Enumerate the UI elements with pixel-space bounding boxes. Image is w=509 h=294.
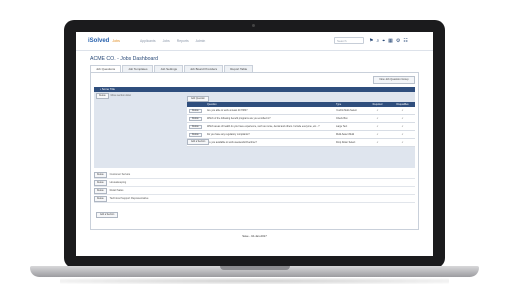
list-item: Delete Technical Support Representative [94,195,415,203]
section-label[interactable]: Housekeeping [110,181,127,184]
table-row: Delete Which areas of health do you have… [187,123,415,131]
question-text[interactable]: Do you have any regulatory complaints? [205,133,335,136]
search-icon[interactable]: ⌕ [376,38,379,44]
gear-icon[interactable]: ⚙ [396,38,400,44]
section-label[interactable]: Retail Sales [110,189,124,192]
delete-question-button[interactable]: Delete [189,124,202,129]
question-type: Large Text [336,125,348,128]
table-row: Delete Are you available to work weekend… [187,139,415,147]
disqualifies-check[interactable]: ✓ [390,117,415,120]
pin-icon[interactable]: ⌖ [382,38,385,44]
column-required: Required [372,103,383,106]
laptop-notch [220,266,290,270]
calendar-icon[interactable]: ▦ [388,38,393,44]
laptop-lid: iSolved Jobs Applicants Jobs Reports Adm… [64,20,445,268]
nav-reports[interactable]: Reports [177,39,189,43]
column-question: Question [207,103,217,106]
questions-table-header: Question Type Required Disqualifies [187,102,415,107]
app-logo[interactable]: iSolved [88,38,109,44]
delete-section-button[interactable]: Delete [96,93,109,99]
delete-question-button[interactable]: Delete [189,108,202,113]
save-status: Save - 10-Jan-2017 [242,234,267,238]
question-type: Multi-Select Multi [336,133,355,136]
section-label[interactable]: Technical Support Representative [110,197,149,200]
app-logo-subtitle: Jobs [112,39,120,43]
delete-section-button[interactable]: Delete [94,187,107,194]
add-subsection-button[interactable]: Add a Section [187,139,210,145]
list-item: Delete Retail Sales [94,187,415,195]
question-text[interactable]: Which of the following benefit programs … [205,117,335,120]
laptop-base [30,266,479,277]
question-type: Drop Down Select [336,141,356,144]
laptop-shadow [60,278,449,284]
main-nav: Applicants Jobs Reports Admin [140,39,205,43]
delete-section-button[interactable]: Delete [94,171,107,178]
table-row: Delete Do you have any regulatory compla… [187,131,415,139]
question-type: Yes/No Multi-Select [336,109,357,112]
questions-table: Question Type Required Disqualifies Dele… [187,102,415,147]
list-item: Delete Housekeeping [94,179,415,187]
question-type: Check Box [336,117,348,120]
nav-applicants[interactable]: Applicants [140,39,156,43]
required-check[interactable]: ✓ [365,141,390,144]
webcam [252,24,255,27]
toolbar-icons: ⚑ ⌕ ⌖ ▦ ⚙ ☷ [369,38,408,44]
page-title: ACME CO. - Jobs Dashboard [90,56,159,62]
delete-question-button[interactable]: Delete [189,132,202,137]
flag-icon[interactable]: ⚑ [369,38,373,44]
disqualifies-check[interactable]: ✓ [390,133,415,136]
nav-jobs[interactable]: Jobs [163,39,170,43]
top-navigation-bar: iSolved Jobs Applicants Jobs Reports Adm… [76,32,433,51]
column-type: Type [336,103,342,106]
list-item: Delete Customer Service [94,171,415,179]
new-group-button[interactable]: New Job Question Group [373,76,415,84]
question-text[interactable]: Are you available to work weekends/Overt… [205,141,335,144]
delete-section-button[interactable]: Delete [94,179,107,186]
required-check[interactable]: ✓ [365,109,390,112]
delete-question-button[interactable]: Delete [189,116,202,121]
required-check[interactable]: ✓ [365,125,390,128]
add-section-button[interactable]: Add a Section [96,212,119,218]
section-label[interactable]: Customer Service [110,173,131,176]
table-row: Delete Which of the following benefit pr… [187,115,415,123]
required-check[interactable]: ✓ [365,117,390,120]
search-input[interactable]: Search [334,37,364,44]
sections-list: Delete Customer Service Delete Housekeep… [94,171,415,203]
disqualifies-check[interactable]: ✓ [390,141,415,144]
required-check[interactable]: ✓ [365,133,390,136]
move-section-link[interactable]: Move section down [111,93,131,99]
section-controls: Delete Move section down [96,93,131,99]
table-row: Delete Are you able to work at least 40 … [187,107,415,115]
laptop-screen: iSolved Jobs Applicants Jobs Reports Adm… [76,32,433,256]
disqualifies-check[interactable]: ✓ [390,125,415,128]
disqualifies-check[interactable]: ✓ [390,109,415,112]
column-disqualifies: Disqualifies [396,103,409,106]
question-text[interactable]: Which areas of health do you have experi… [205,125,335,128]
delete-section-button[interactable]: Delete [94,195,107,202]
question-text[interactable]: Are you able to work at least 40 HRS? [205,109,335,112]
users-icon[interactable]: ☷ [403,38,407,44]
nav-admin[interactable]: Admin [196,39,206,43]
